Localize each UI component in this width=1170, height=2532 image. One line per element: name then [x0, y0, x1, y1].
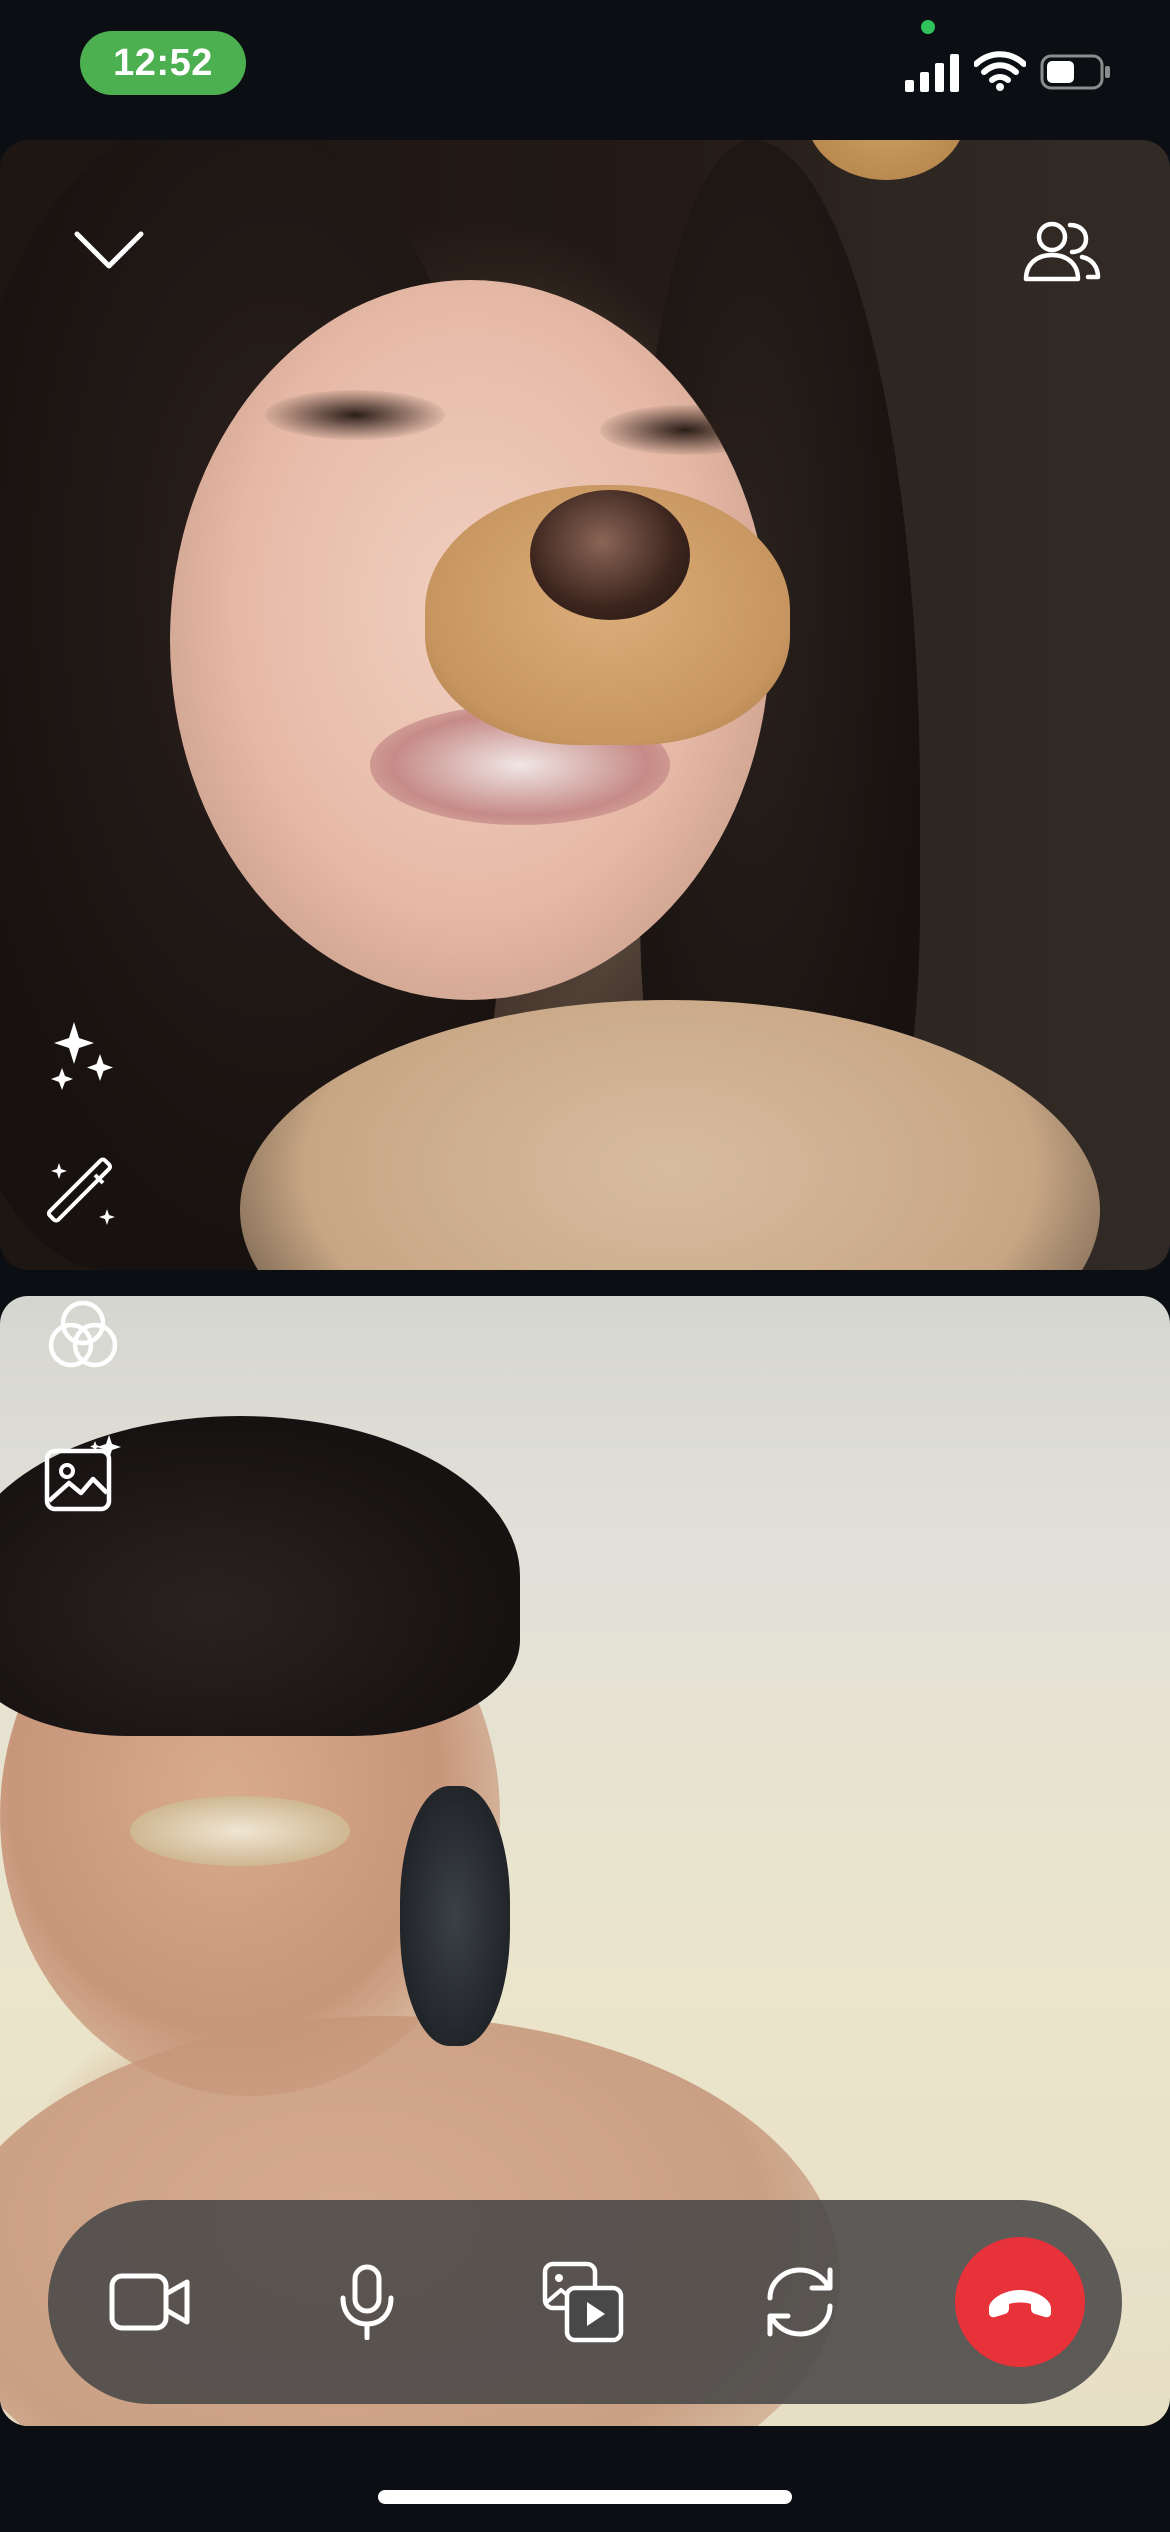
sparkles-icon: [51, 1022, 113, 1090]
participants-button[interactable]: [1012, 206, 1112, 296]
dog-filter-nose: [530, 490, 690, 620]
battery-icon: [1040, 54, 1110, 90]
image-sparkle-icon: [44, 1435, 121, 1512]
video-toggle-button[interactable]: [85, 2237, 215, 2367]
video-frame-region: [265, 390, 445, 440]
video-frame-region: [400, 1786, 510, 2046]
collapse-button[interactable]: [64, 210, 154, 290]
end-call-button[interactable]: [955, 2237, 1085, 2367]
end-call-icon: [989, 2290, 1051, 2318]
home-indicator[interactable]: [378, 2490, 792, 2504]
cellular-signal-icon: [905, 54, 959, 92]
wifi-icon: [974, 51, 1026, 91]
video-camera-icon: [109, 2273, 190, 2331]
video-frame-region: [130, 1796, 350, 1866]
flip-camera-icon: [767, 2267, 833, 2337]
chevron-down-icon: [74, 231, 144, 269]
effects-button[interactable]: [38, 1010, 128, 1100]
retouch-button[interactable]: [38, 1150, 128, 1240]
share-media-button[interactable]: [518, 2237, 648, 2367]
dog-filter-ear: [806, 140, 966, 180]
status-bar: 12:52: [0, 0, 1170, 140]
status-time[interactable]: 12:52: [80, 31, 246, 95]
people-icon: [1023, 221, 1101, 282]
camera-in-use-indicator: [921, 20, 935, 34]
magic-wand-icon: [46, 1157, 115, 1225]
remote-video-tile[interactable]: [0, 140, 1170, 1270]
microphone-icon: [340, 2264, 394, 2340]
video-frame-region: [600, 405, 770, 455]
background-button[interactable]: [38, 1430, 128, 1520]
flip-camera-button[interactable]: [735, 2237, 865, 2367]
filters-button[interactable]: [38, 1290, 128, 1380]
mute-button[interactable]: [302, 2237, 432, 2367]
share-media-icon: [542, 2261, 624, 2343]
call-controls-bar: [48, 2200, 1122, 2404]
color-circles-icon: [48, 1300, 118, 1368]
